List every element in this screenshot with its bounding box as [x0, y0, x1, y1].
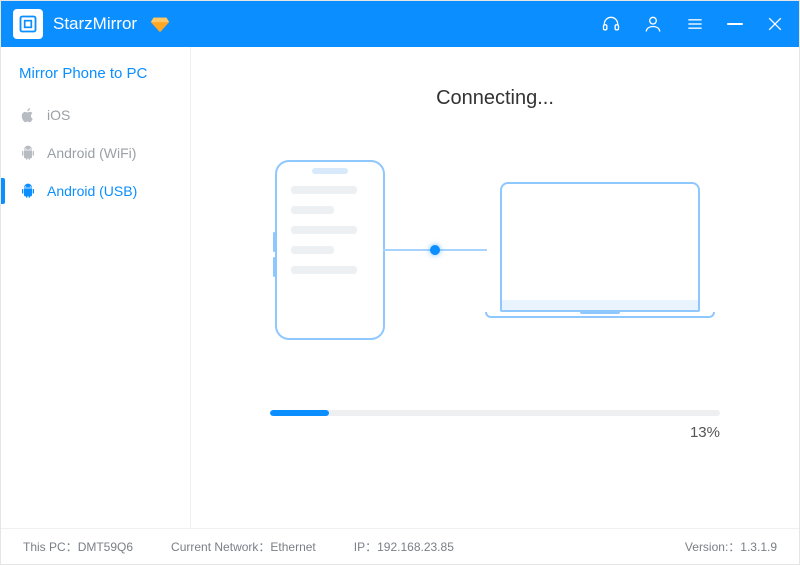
- sidebar-item-ios[interactable]: iOS: [1, 96, 190, 134]
- status-network: Current Network：Ethernet: [171, 538, 316, 555]
- title-bar[interactable]: StarzMirror: [1, 1, 799, 47]
- progress-percent: 13%: [270, 424, 720, 441]
- android-icon: [19, 182, 37, 200]
- status-pc: This PC：DMT59Q6: [23, 538, 133, 555]
- body: Mirror Phone to PC iOS Android (WiFi) An…: [1, 47, 799, 528]
- account-user-icon[interactable]: [643, 14, 663, 34]
- sidebar-item-label: Android (WiFi): [47, 145, 136, 161]
- progress: 13%: [270, 410, 720, 441]
- support-headset-icon[interactable]: [601, 14, 621, 34]
- premium-diamond-icon[interactable]: [149, 13, 171, 35]
- title-actions: [601, 14, 785, 34]
- connection-status: Connecting...: [436, 87, 554, 110]
- laptop-graphic: [485, 182, 715, 318]
- android-icon: [19, 144, 37, 162]
- phone-graphic: [275, 160, 385, 340]
- sidebar-title: Mirror Phone to PC: [1, 65, 190, 96]
- main-panel: Connecting...: [191, 47, 799, 528]
- connection-wire: [383, 249, 487, 251]
- sidebar-item-android-wifi[interactable]: Android (WiFi): [1, 134, 190, 172]
- sidebar-item-android-usb[interactable]: Android (USB): [1, 172, 190, 210]
- progress-bar: [270, 410, 720, 416]
- menu-icon[interactable]: [685, 14, 705, 34]
- status-bar: This PC：DMT59Q6 Current Network：Ethernet…: [1, 528, 799, 564]
- status-ip: IP：192.168.23.85: [354, 538, 454, 555]
- close-button[interactable]: [765, 14, 785, 34]
- sidebar-item-label: iOS: [47, 107, 70, 123]
- connection-illustration: [275, 150, 715, 350]
- progress-fill: [270, 410, 329, 416]
- app-window: StarzMirror Mirror Phone to PC: [0, 0, 800, 565]
- sidebar-item-label: Android (USB): [47, 183, 137, 199]
- app-title: StarzMirror: [53, 14, 137, 34]
- apple-icon: [19, 106, 37, 124]
- connection-dot-icon: [430, 245, 440, 255]
- sidebar: Mirror Phone to PC iOS Android (WiFi) An…: [1, 47, 191, 528]
- status-version: Version:：1.3.1.9: [685, 538, 777, 555]
- app-logo-icon: [13, 9, 43, 39]
- minimize-button[interactable]: [727, 23, 743, 25]
